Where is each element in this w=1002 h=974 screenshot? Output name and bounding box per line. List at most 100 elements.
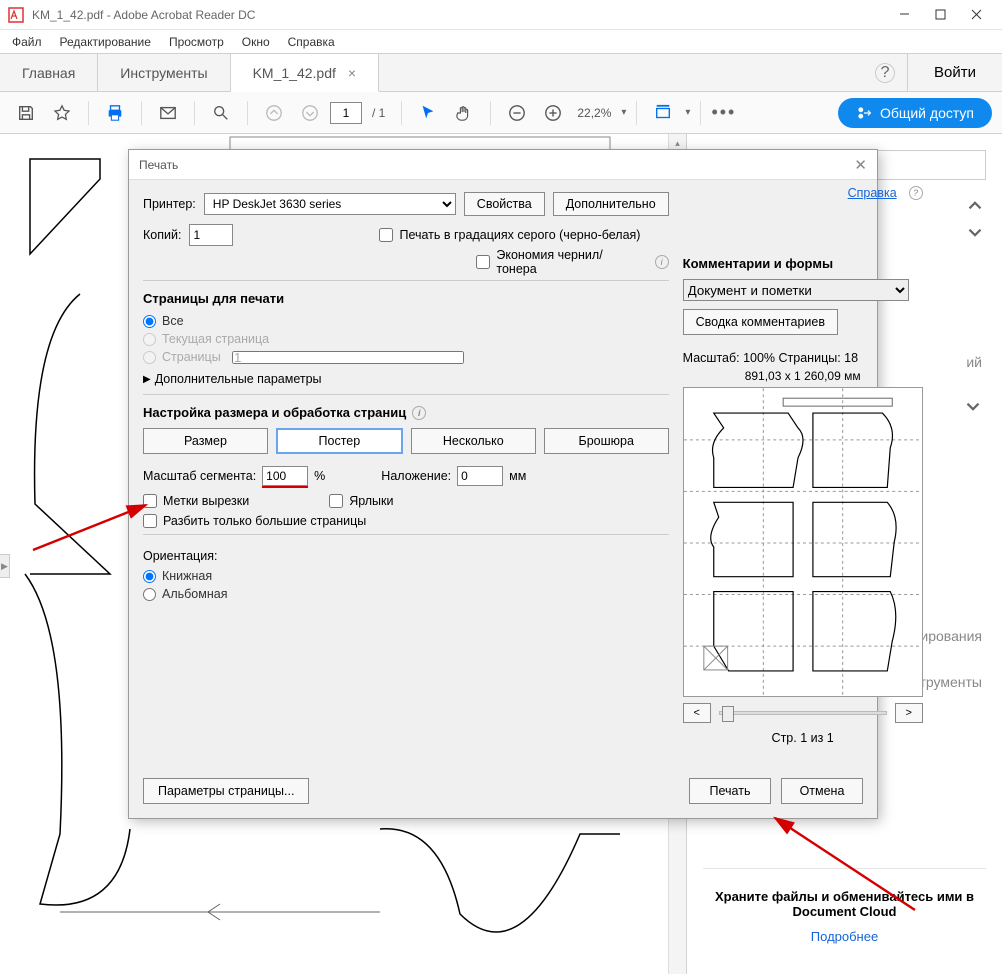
print-dialog: Печать ✕ Принтер: HP DeskJet 3630 series… bbox=[128, 149, 878, 819]
pages-range-input[interactable] bbox=[232, 351, 464, 364]
tab-close-icon[interactable]: × bbox=[348, 65, 356, 81]
toolbar: / 1 22,2% ▾ ▾ ••• Общий доступ bbox=[0, 92, 1002, 134]
help-icon[interactable]: ? bbox=[875, 63, 895, 83]
menu-file[interactable]: Файл bbox=[12, 35, 42, 49]
star-icon[interactable] bbox=[46, 97, 78, 129]
landscape-radio[interactable] bbox=[143, 588, 156, 601]
menu-edit[interactable]: Редактирование bbox=[60, 35, 151, 49]
overlay-label: Наложение: bbox=[381, 469, 451, 483]
dialog-titlebar: Печать ✕ bbox=[129, 150, 877, 180]
overlay-input[interactable] bbox=[457, 466, 503, 486]
select-tool-icon[interactable] bbox=[412, 97, 444, 129]
all-pages-radio[interactable] bbox=[143, 315, 156, 328]
print-confirm-button[interactable]: Печать bbox=[689, 778, 771, 804]
side-text-3: трументы bbox=[919, 674, 982, 690]
window-title: KM_1_42.pdf - Adobe Acrobat Reader DC bbox=[32, 8, 886, 22]
zoom-dropdown-icon[interactable]: ▾ bbox=[621, 107, 626, 118]
share-button[interactable]: Общий доступ bbox=[838, 98, 992, 128]
zoom-out-icon[interactable] bbox=[501, 97, 533, 129]
app-icon bbox=[8, 7, 24, 23]
size-button[interactable]: Размер bbox=[143, 428, 268, 454]
page-total: / 1 bbox=[372, 106, 385, 120]
promo-link[interactable]: Подробнее bbox=[703, 929, 986, 944]
page-number-input[interactable] bbox=[330, 102, 362, 124]
page-down-icon[interactable] bbox=[294, 97, 326, 129]
preview-next-button[interactable]: > bbox=[895, 703, 923, 723]
dialog-close-icon[interactable]: ✕ bbox=[854, 156, 867, 174]
signin-button[interactable]: Войти bbox=[907, 54, 1002, 91]
save-ink-checkbox[interactable] bbox=[476, 255, 490, 269]
print-icon[interactable] bbox=[99, 97, 131, 129]
orientation-label: Ориентация: bbox=[143, 549, 669, 563]
info-icon[interactable]: i bbox=[655, 255, 669, 269]
zoom-in-icon[interactable] bbox=[537, 97, 569, 129]
info-icon[interactable]: i bbox=[412, 406, 426, 420]
comments-section-head: Комментарии и формы bbox=[683, 256, 923, 271]
fit-dropdown-icon[interactable]: ▾ bbox=[685, 107, 690, 118]
split-big-checkbox[interactable] bbox=[143, 514, 157, 528]
dialog-title: Печать bbox=[139, 158, 178, 172]
printer-label: Принтер: bbox=[143, 197, 196, 211]
multiple-button[interactable]: Несколько bbox=[411, 428, 536, 454]
menu-help[interactable]: Справка bbox=[288, 35, 335, 49]
titlebar: KM_1_42.pdf - Adobe Acrobat Reader DC bbox=[0, 0, 1002, 30]
tab-main[interactable]: Главная bbox=[0, 54, 98, 91]
promo-title: Храните файлы и обменивайтесь ими в Docu… bbox=[715, 889, 974, 919]
print-preview bbox=[683, 387, 923, 697]
save-icon[interactable] bbox=[10, 97, 42, 129]
current-page-radio bbox=[143, 333, 156, 346]
cut-marks-checkbox[interactable] bbox=[143, 494, 157, 508]
page-up-icon[interactable] bbox=[258, 97, 290, 129]
labels-checkbox[interactable] bbox=[329, 494, 343, 508]
scale-info: Масштаб: 100% Страницы: 18 bbox=[683, 351, 923, 365]
side-text-2: ирования bbox=[920, 628, 982, 644]
page-setup-button[interactable]: Параметры страницы... bbox=[143, 778, 309, 804]
zoom-level[interactable]: 22,2% bbox=[577, 106, 611, 120]
size-section-head: Настройка размера и обработка страниц i bbox=[143, 405, 669, 420]
fit-width-icon[interactable] bbox=[647, 97, 679, 129]
chevron-up-icon[interactable] bbox=[964, 194, 986, 216]
pages-section-head: Страницы для печати bbox=[143, 291, 669, 306]
properties-button[interactable]: Свойства bbox=[464, 192, 545, 216]
comments-select[interactable]: Документ и пометки bbox=[683, 279, 909, 301]
tabbar: Главная Инструменты KM_1_42.pdf × ? Войт… bbox=[0, 54, 1002, 92]
grayscale-label: Печать в градациях серого (черно-белая) bbox=[399, 228, 640, 242]
menubar: Файл Редактирование Просмотр Окно Справк… bbox=[0, 30, 1002, 54]
advanced-button[interactable]: Дополнительно bbox=[553, 192, 669, 216]
pages-range-radio bbox=[143, 351, 156, 364]
preview-slider[interactable] bbox=[719, 711, 887, 715]
comments-summary-button[interactable]: Сводка комментариев bbox=[683, 309, 838, 335]
more-tools-icon[interactable]: ••• bbox=[711, 102, 736, 123]
chevron-down-icon[interactable] bbox=[962, 396, 984, 418]
search-icon[interactable] bbox=[205, 97, 237, 129]
maximize-button[interactable] bbox=[922, 1, 958, 29]
tab-tools[interactable]: Инструменты bbox=[98, 54, 230, 91]
printer-select[interactable]: HP DeskJet 3630 series bbox=[204, 193, 456, 215]
preview-dimensions: 891,03 x 1 260,09 мм bbox=[683, 369, 923, 383]
minimize-button[interactable] bbox=[886, 1, 922, 29]
portrait-radio[interactable] bbox=[143, 570, 156, 583]
hand-tool-icon[interactable] bbox=[448, 97, 480, 129]
booklet-button[interactable]: Брошюра bbox=[544, 428, 669, 454]
help-info-icon[interactable]: ? bbox=[909, 186, 923, 200]
menu-window[interactable]: Окно bbox=[242, 35, 270, 49]
menu-view[interactable]: Просмотр bbox=[169, 35, 224, 49]
segment-scale-input[interactable] bbox=[262, 466, 308, 486]
cancel-button[interactable]: Отмена bbox=[781, 778, 863, 804]
chevron-down-icon[interactable] bbox=[964, 222, 986, 244]
poster-button[interactable]: Постер bbox=[276, 428, 403, 454]
triangle-right-icon: ▶ bbox=[143, 374, 151, 385]
tab-document[interactable]: KM_1_42.pdf × bbox=[231, 54, 379, 92]
copies-input[interactable] bbox=[189, 224, 233, 246]
save-ink-label: Экономия чернил/тонера bbox=[496, 248, 642, 276]
help-link[interactable]: Справка bbox=[848, 186, 897, 200]
mail-icon[interactable] bbox=[152, 97, 184, 129]
preview-prev-button[interactable]: < bbox=[683, 703, 711, 723]
grayscale-checkbox[interactable] bbox=[379, 228, 393, 242]
more-options-toggle[interactable]: ▶ Дополнительные параметры bbox=[143, 372, 669, 386]
segment-label: Масштаб сегмента: bbox=[143, 469, 256, 483]
side-text-1: ий bbox=[966, 354, 982, 370]
promo-block: Храните файлы и обменивайтесь ими в Docu… bbox=[703, 868, 986, 944]
close-button[interactable] bbox=[958, 1, 994, 29]
preview-page-of: Стр. 1 из 1 bbox=[683, 731, 923, 745]
